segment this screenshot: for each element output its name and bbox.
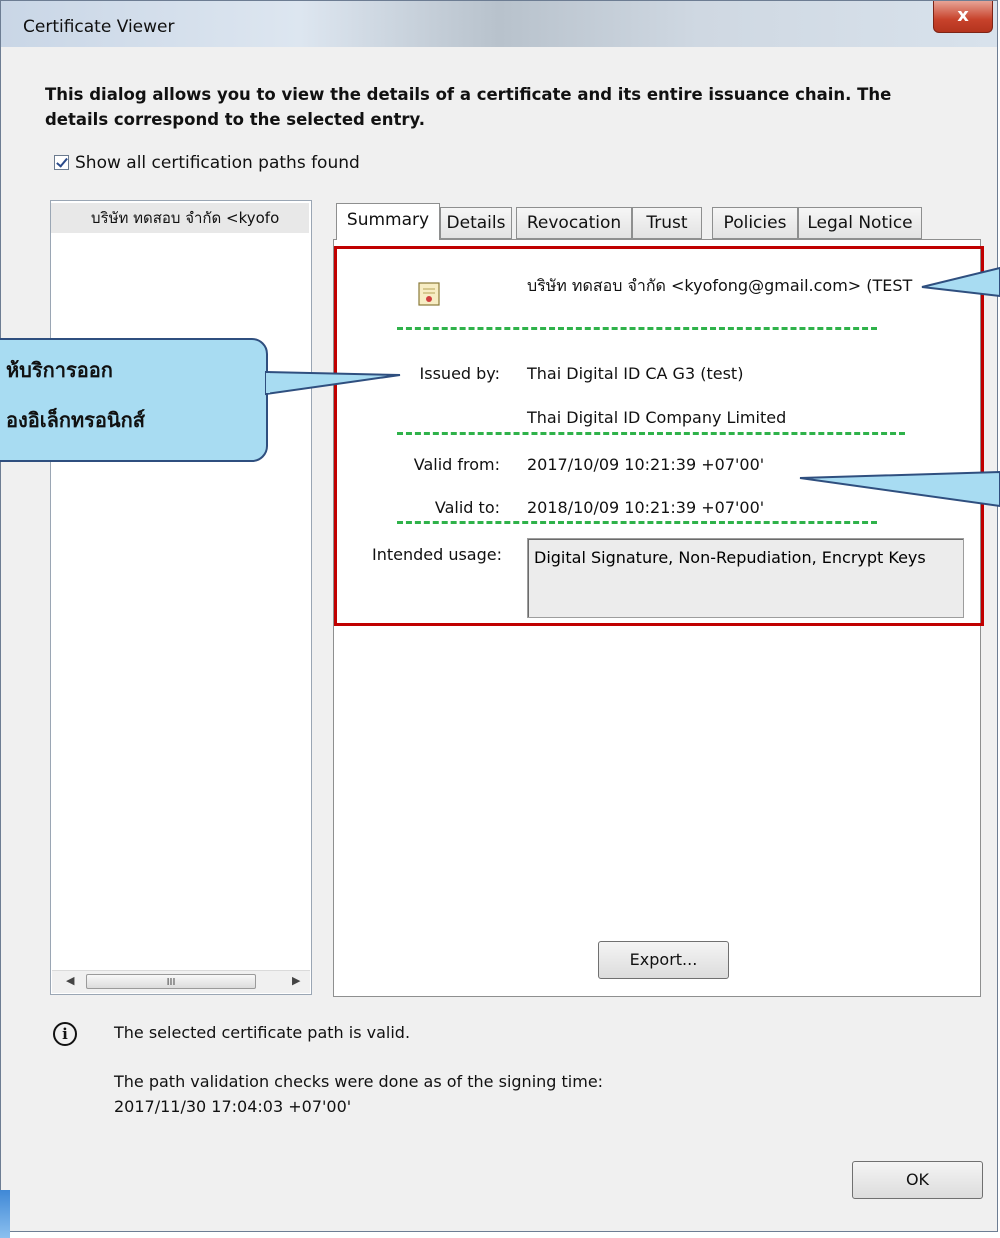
scroll-left-icon[interactable]: ◀: [66, 974, 74, 987]
valid-from-label: Valid from:: [413, 455, 500, 474]
validation-check-text: The path validation checks were done as …: [114, 1072, 604, 1091]
valid-to-value: 2018/10/09 10:21:39 +07'00': [527, 498, 765, 517]
tree-item-selected-cert[interactable]: บริษัท ทดสอบ จำกัด <kyofo: [51, 203, 309, 233]
close-button[interactable]: x: [933, 1, 993, 33]
horizontal-scrollbar[interactable]: ◀ III ▶: [52, 970, 310, 993]
window-title: Certificate Viewer: [23, 17, 175, 37]
export-button[interactable]: Export...: [598, 941, 729, 979]
tab-policies[interactable]: Policies: [712, 207, 798, 239]
show-all-paths-label: Show all certification paths found: [75, 153, 360, 173]
issued-by-label: Issued by:: [419, 364, 500, 383]
issued-by-value-2: Thai Digital ID Company Limited: [527, 408, 787, 427]
tab-revocation[interactable]: Revocation: [516, 207, 632, 239]
validation-check-time: 2017/11/30 17:04:03 +07'00': [114, 1097, 352, 1116]
scroll-right-icon[interactable]: ▶: [292, 974, 300, 987]
certificate-path-tree[interactable]: บริษัท ทดสอบ จำกัด <kyofo ◀ III ▶: [50, 200, 312, 995]
dash-separator-3: [397, 521, 877, 524]
valid-to-label: Valid to:: [434, 498, 500, 517]
show-all-paths-checkbox[interactable]: [54, 155, 69, 170]
dialog-description: This dialog allows you to view the detai…: [45, 85, 892, 129]
ok-button[interactable]: OK: [852, 1161, 983, 1199]
dash-separator-2: [397, 432, 905, 435]
scroll-thumb[interactable]: III: [86, 974, 256, 989]
tab-details[interactable]: Details: [440, 207, 512, 239]
certificate-icon: [418, 282, 440, 306]
intended-usage-label: Intended usage:: [371, 545, 502, 564]
dash-separator-1: [397, 327, 877, 330]
callout-line-1: ห้บริการออก: [6, 358, 113, 382]
callout-issuer: ห้บริการออก องอิเล็กทรอนิกส์: [0, 338, 268, 462]
title-bar[interactable]: Certificate Viewer x: [1, 1, 997, 47]
path-valid-text: The selected certificate path is valid.: [114, 1023, 411, 1042]
tab-summary[interactable]: Summary: [336, 203, 440, 240]
tab-trust[interactable]: Trust: [632, 207, 702, 239]
valid-from-value: 2017/10/09 10:21:39 +07'00': [527, 455, 765, 474]
tab-legal-notice[interactable]: Legal Notice: [798, 207, 922, 239]
callout-line-2: องอิเล็กทรอนิกส์: [6, 408, 145, 432]
info-icon: i: [53, 1022, 77, 1046]
bottom-left-decoration: [0, 1190, 10, 1238]
intended-usage-field[interactable]: Digital Signature, Non-Repudiation, Encr…: [527, 538, 964, 618]
show-all-paths-row[interactable]: Show all certification paths found: [54, 153, 360, 173]
certificate-subject: บริษัท ทดสอบ จำกัด <kyofong@gmail.com> (…: [527, 276, 913, 295]
issued-by-value-1: Thai Digital ID CA G3 (test): [527, 364, 744, 383]
